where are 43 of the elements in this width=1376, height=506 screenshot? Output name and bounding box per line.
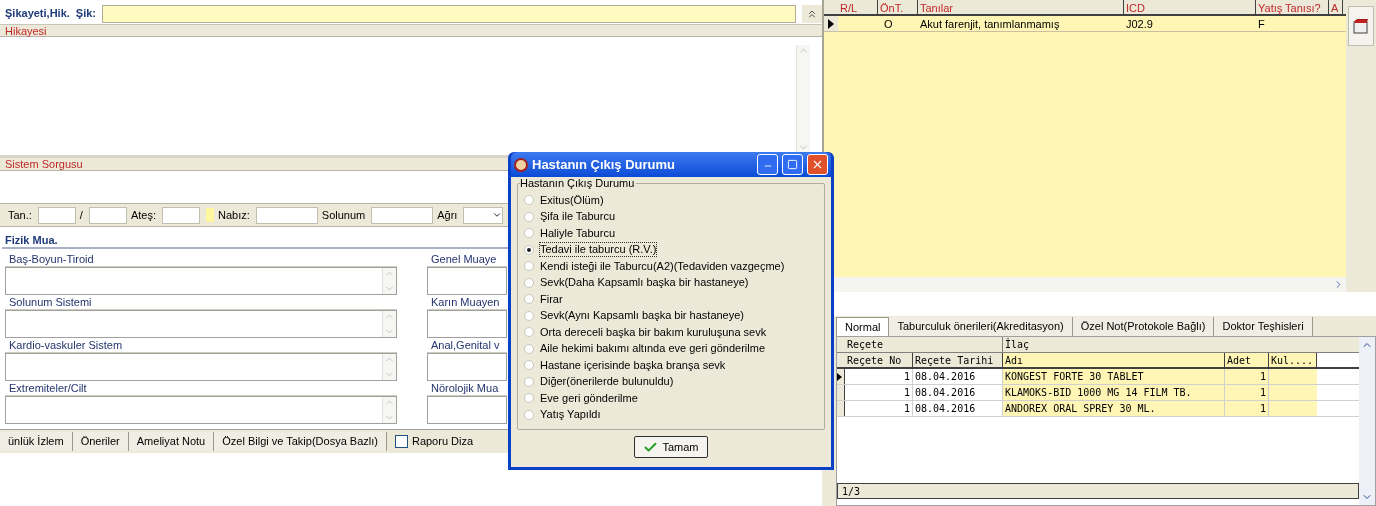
radio-label: Diğer(önerilerde bulunuldu): [540, 375, 674, 389]
table-cell: 1: [1225, 369, 1269, 384]
group-header: Reçete: [845, 337, 1003, 352]
table-cell-text: F: [1257, 17, 1266, 31]
record-counter: 1/3: [837, 483, 1359, 499]
section-header: Hikayesi: [0, 25, 822, 37]
radio-label: Eve geri gönderilme: [540, 391, 638, 405]
table-cell-text: Akut farenjit, tanımlanmamış: [919, 17, 1061, 31]
table-cell-text: O: [883, 17, 894, 31]
field-label: /: [79, 207, 83, 223]
field-label: Solunum: [321, 207, 366, 223]
field-label: Nabız:: [218, 207, 250, 223]
radio-label: Orta dereceli başka bir bakım kuruluşuna sevk: [540, 325, 767, 339]
radio-label: Aile hekimi bakımı altında eve geri gönderilme: [540, 342, 765, 356]
group-label: Hastanın Çıkış Durumu: [520, 177, 637, 190]
form-title: Şikayeti,Hik.: [5, 6, 70, 22]
radio-label: Firar: [540, 292, 563, 306]
table-cell-text: J02.9: [1125, 17, 1154, 31]
radio-label: Haliyle Taburcu: [540, 226, 615, 240]
table-cell: KONGEST FORTE 30 TABLET: [1003, 369, 1225, 384]
table-cell: ANDOREX ORAL SPREY 30 ML.: [1003, 401, 1225, 416]
radio-label: Sevk(Aynı Kapsamlı başka bir hastaneye): [540, 309, 744, 323]
radio-label: Şifa ile Taburcu: [540, 210, 615, 224]
checkbox-label: Raporu Diza: [411, 434, 474, 450]
radio-label: Tedavi ile taburcu (R.V.): [540, 243, 657, 257]
dialog-title: Hastanın Çıkış Durumu: [532, 155, 677, 174]
group-header: İlaç: [1004, 337, 1031, 352]
radio-label: Exitus(Ölüm): [540, 193, 604, 207]
radio-label: Hastane içerisinde başka branşa sevk: [540, 358, 726, 372]
table-cell: 1: [1225, 385, 1269, 400]
radio-label: Yatış Yapıldı: [540, 408, 601, 422]
table-cell: KLAMOKS-BID 1000 MG 14 FILM TB.: [1003, 385, 1225, 400]
table-cell: 1: [1225, 401, 1269, 416]
section-title: Fizik Mua.: [5, 233, 58, 247]
radio-label: Sevk(Daha Kapsamlı başka bir hastaneye): [540, 276, 749, 290]
table-cell: 1: [845, 385, 913, 400]
field-label: Tan.:: [8, 207, 32, 223]
field-label: Şik:: [75, 6, 96, 22]
field-label: Ateş:: [130, 207, 156, 223]
radio-label: Kendi isteği ile Taburcu(A2)(Tedaviden vazgeçme): [540, 259, 785, 273]
table-cell: 1: [845, 401, 913, 416]
field-label: Ağrı: [437, 207, 458, 223]
table-cell: 1: [845, 369, 913, 384]
